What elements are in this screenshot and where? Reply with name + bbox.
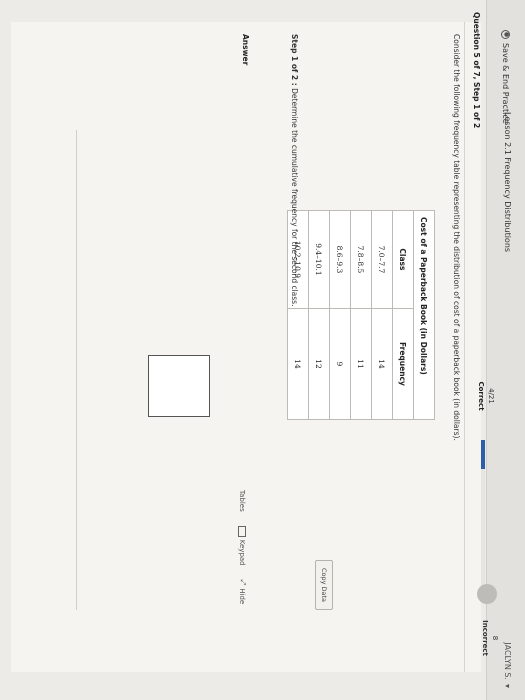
- frequency-cell: 9: [329, 308, 351, 420]
- lesson-title: Lesson 2.1 Frequency Distributions: [503, 112, 512, 253]
- chevron-down-icon: ▾: [503, 683, 512, 688]
- table-row: 7.8–8.5 11: [350, 210, 372, 420]
- keypad-label: Keypad: [238, 539, 247, 566]
- class-cell: 8.6–9.3: [329, 210, 351, 309]
- keypad-icon: [238, 525, 247, 537]
- answer-input[interactable]: [148, 355, 210, 417]
- table-caption: Cost of a Paperback Book (in Dollars): [413, 210, 435, 420]
- progress-score: 4/21: [487, 388, 495, 404]
- table-row: 8.6–9.3 9: [329, 210, 351, 420]
- frequency-table: Cost of a Paperback Book (in Dollars) Cl…: [287, 210, 435, 420]
- keypad-button[interactable]: Keypad: [238, 525, 247, 566]
- table-row: 7.0–7.7 14: [371, 210, 393, 420]
- incorrect-summary: 8 Incorrect: [481, 612, 499, 664]
- incorrect-label: Incorrect: [481, 620, 489, 656]
- bottom-divider: [76, 130, 77, 610]
- user-menu[interactable]: JACLYN S. ▾: [503, 642, 512, 688]
- progress-summary: 4/21 Correct: [477, 372, 495, 420]
- user-name: JACLYN S.: [503, 642, 512, 680]
- question-number: Question 5 of 7, Step 1 of 2: [472, 12, 481, 129]
- frequency-cell: 14: [287, 308, 309, 420]
- frequency-cell: 14: [371, 308, 393, 420]
- answer-label: Answer: [241, 34, 250, 66]
- hide-label: Hide: [238, 588, 247, 605]
- table-row: 9.4–10.1 12: [308, 210, 330, 420]
- step-label: Step 1 of 2 :: [290, 34, 299, 86]
- save-icon: ●: [501, 30, 511, 39]
- correct-label: Correct: [477, 381, 485, 411]
- frequency-cell: 12: [308, 308, 330, 420]
- divider: [464, 22, 465, 672]
- rotated-screen: ● Save & End Practice Lesson 2.1 Frequen…: [0, 0, 525, 700]
- tables-button[interactable]: Tables: [238, 490, 247, 512]
- class-cell: 7.8–8.5: [350, 210, 372, 309]
- question-intro: Consider the following frequency table r…: [452, 34, 461, 441]
- class-cell: 7.0–7.7: [371, 210, 393, 309]
- progress-bar: [481, 440, 485, 590]
- column-header-class: Class: [392, 210, 414, 309]
- step-instruction: Step 1 of 2 : Determine the cumulative f…: [290, 34, 299, 306]
- progress-fill: [481, 440, 485, 469]
- column-header-frequency: Frequency: [392, 308, 414, 420]
- copy-data-button[interactable]: Copy Data: [315, 560, 333, 610]
- arrows-icon: ⤢: [239, 579, 247, 586]
- class-cell: 9.4–10.1: [308, 210, 330, 309]
- save-end-practice-button[interactable]: ● Save & End Practice: [499, 30, 513, 124]
- step-text: Determine the cumulative frequency for t…: [290, 85, 299, 307]
- incorrect-gauge-icon: [477, 584, 497, 604]
- hide-button[interactable]: ⤢ Hide: [238, 579, 248, 605]
- frequency-cell: 11: [350, 308, 372, 420]
- answer-tools: Tables Keypad ⤢ Hide: [238, 490, 247, 604]
- incorrect-count: 8: [491, 635, 499, 641]
- tables-label: Tables: [238, 490, 247, 512]
